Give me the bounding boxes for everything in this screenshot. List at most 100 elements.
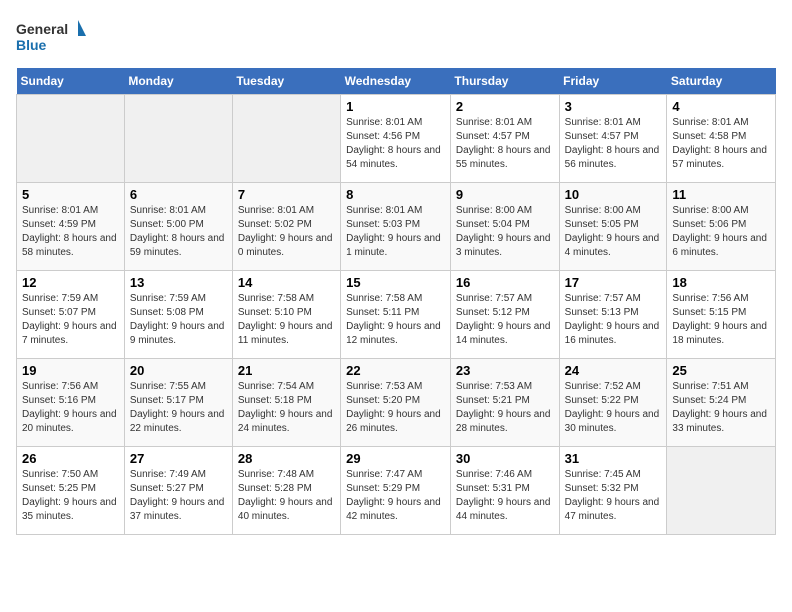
- calendar-cell: 19 Sunrise: 7:56 AM Sunset: 5:16 PM Dayli…: [17, 359, 125, 447]
- calendar-cell: 8Sunrise: 8:01 AM Sunset: 5:03 PM Daylig…: [341, 183, 451, 271]
- calendar-cell: 2Sunrise: 8:01 AM Sunset: 4:57 PM Daylig…: [450, 95, 559, 183]
- calendar-cell: 3 Sunrise: 8:01 AM Sunset: 4:57 PM Daylig…: [559, 95, 667, 183]
- calendar-cell: 30 Sunrise: 7:46 AM Sunset: 5:31 PM Dayli…: [450, 447, 559, 535]
- calendar-cell: 15Sunrise: 7:58 AM Sunset: 5:11 PM Dayli…: [341, 271, 451, 359]
- calendar-cell: 20Sunrise: 7:55 AM Sunset: 5:17 PM Dayli…: [124, 359, 232, 447]
- day-number: 26: [22, 451, 119, 466]
- calendar-cell: 18 Sunrise: 7:56 AM Sunset: 5:15 PM Dayli…: [667, 271, 776, 359]
- calendar-cell: [667, 447, 776, 535]
- day-info: Sunrise: 7:58 AM Sunset: 5:10 PM Dayligh…: [238, 292, 335, 348]
- day-info: Sunrise: 8:01 AM Sunset: 4:57 PM Dayligh…: [456, 116, 554, 172]
- day-number: 31: [565, 451, 662, 466]
- day-info: Sunrise: 7:45 AM Sunset: 5:32 PM Dayligh…: [565, 468, 662, 524]
- day-info: Sunrise: 8:00 AM Sunset: 5:06 PM Dayligh…: [672, 204, 770, 260]
- day-info: Sunrise: 7:56 AM Sunset: 5:16 PM Dayligh…: [22, 380, 119, 436]
- weekday-thursday: Thursday: [450, 68, 559, 95]
- day-number: 8: [346, 187, 445, 202]
- logo: General Blue: [16, 16, 86, 60]
- calendar-header: SundayMondayTuesdayWednesdayThursdayFrid…: [17, 68, 776, 95]
- day-info: Sunrise: 8:00 AM Sunset: 5:04 PM Dayligh…: [456, 204, 554, 260]
- day-number: 6: [130, 187, 227, 202]
- calendar-cell: 9 Sunrise: 8:00 AM Sunset: 5:04 PM Daylig…: [450, 183, 559, 271]
- day-info: Sunrise: 7:53 AM Sunset: 5:21 PM Dayligh…: [456, 380, 554, 436]
- weekday-sunday: Sunday: [17, 68, 125, 95]
- calendar-cell: 23Sunrise: 7:53 AM Sunset: 5:21 PM Dayli…: [450, 359, 559, 447]
- weekday-saturday: Saturday: [667, 68, 776, 95]
- week-row-0: 1 Sunrise: 8:01 AM Sunset: 4:56 PM Daylig…: [17, 95, 776, 183]
- calendar-cell: 22Sunrise: 7:53 AM Sunset: 5:20 PM Dayli…: [341, 359, 451, 447]
- calendar-cell: 27 Sunrise: 7:49 AM Sunset: 5:27 PM Dayli…: [124, 447, 232, 535]
- day-number: 27: [130, 451, 227, 466]
- calendar-cell: 1 Sunrise: 8:01 AM Sunset: 4:56 PM Daylig…: [341, 95, 451, 183]
- calendar-cell: 6 Sunrise: 8:01 AM Sunset: 5:00 PM Daylig…: [124, 183, 232, 271]
- day-info: Sunrise: 7:55 AM Sunset: 5:17 PM Dayligh…: [130, 380, 227, 436]
- weekday-wednesday: Wednesday: [341, 68, 451, 95]
- day-info: Sunrise: 8:01 AM Sunset: 4:57 PM Dayligh…: [565, 116, 662, 172]
- weekday-monday: Monday: [124, 68, 232, 95]
- calendar-cell: 31 Sunrise: 7:45 AM Sunset: 5:32 PM Dayli…: [559, 447, 667, 535]
- day-number: 29: [346, 451, 445, 466]
- day-number: 21: [238, 363, 335, 378]
- calendar-cell: 13 Sunrise: 7:59 AM Sunset: 5:08 PM Dayli…: [124, 271, 232, 359]
- day-number: 11: [672, 187, 770, 202]
- day-info: Sunrise: 7:57 AM Sunset: 5:12 PM Dayligh…: [456, 292, 554, 348]
- day-info: Sunrise: 8:00 AM Sunset: 5:05 PM Dayligh…: [565, 204, 662, 260]
- day-number: 16: [456, 275, 554, 290]
- calendar-cell: 11 Sunrise: 8:00 AM Sunset: 5:06 PM Dayli…: [667, 183, 776, 271]
- calendar-cell: 5 Sunrise: 8:01 AM Sunset: 4:59 PM Daylig…: [17, 183, 125, 271]
- day-number: 22: [346, 363, 445, 378]
- day-info: Sunrise: 7:48 AM Sunset: 5:28 PM Dayligh…: [238, 468, 335, 524]
- day-number: 4: [672, 99, 770, 114]
- day-number: 30: [456, 451, 554, 466]
- calendar-cell: 17 Sunrise: 7:57 AM Sunset: 5:13 PM Dayli…: [559, 271, 667, 359]
- page-header: General Blue: [16, 16, 776, 60]
- day-number: 14: [238, 275, 335, 290]
- day-info: Sunrise: 8:01 AM Sunset: 4:59 PM Dayligh…: [22, 204, 119, 260]
- calendar-cell: 16 Sunrise: 7:57 AM Sunset: 5:12 PM Dayli…: [450, 271, 559, 359]
- week-row-3: 19 Sunrise: 7:56 AM Sunset: 5:16 PM Dayli…: [17, 359, 776, 447]
- day-info: Sunrise: 7:59 AM Sunset: 5:07 PM Dayligh…: [22, 292, 119, 348]
- calendar-cell: 14 Sunrise: 7:58 AM Sunset: 5:10 PM Dayli…: [232, 271, 340, 359]
- day-info: Sunrise: 7:47 AM Sunset: 5:29 PM Dayligh…: [346, 468, 445, 524]
- day-info: Sunrise: 7:56 AM Sunset: 5:15 PM Dayligh…: [672, 292, 770, 348]
- day-number: 17: [565, 275, 662, 290]
- day-info: Sunrise: 7:51 AM Sunset: 5:24 PM Dayligh…: [672, 380, 770, 436]
- day-info: Sunrise: 8:01 AM Sunset: 5:00 PM Dayligh…: [130, 204, 227, 260]
- logo-svg: General Blue: [16, 16, 86, 60]
- week-row-1: 5 Sunrise: 8:01 AM Sunset: 4:59 PM Daylig…: [17, 183, 776, 271]
- day-info: Sunrise: 7:52 AM Sunset: 5:22 PM Dayligh…: [565, 380, 662, 436]
- weekday-header-row: SundayMondayTuesdayWednesdayThursdayFrid…: [17, 68, 776, 95]
- calendar-cell: [232, 95, 340, 183]
- calendar-cell: 29 Sunrise: 7:47 AM Sunset: 5:29 PM Dayli…: [341, 447, 451, 535]
- weekday-friday: Friday: [559, 68, 667, 95]
- day-number: 24: [565, 363, 662, 378]
- day-number: 3: [565, 99, 662, 114]
- calendar-cell: 26 Sunrise: 7:50 AM Sunset: 5:25 PM Dayli…: [17, 447, 125, 535]
- day-info: Sunrise: 7:59 AM Sunset: 5:08 PM Dayligh…: [130, 292, 227, 348]
- day-info: Sunrise: 7:50 AM Sunset: 5:25 PM Dayligh…: [22, 468, 119, 524]
- day-number: 10: [565, 187, 662, 202]
- day-number: 1: [346, 99, 445, 114]
- day-info: Sunrise: 7:54 AM Sunset: 5:18 PM Dayligh…: [238, 380, 335, 436]
- week-row-4: 26 Sunrise: 7:50 AM Sunset: 5:25 PM Dayli…: [17, 447, 776, 535]
- week-row-2: 12 Sunrise: 7:59 AM Sunset: 5:07 PM Dayli…: [17, 271, 776, 359]
- day-info: Sunrise: 8:01 AM Sunset: 4:56 PM Dayligh…: [346, 116, 445, 172]
- day-number: 19: [22, 363, 119, 378]
- day-info: Sunrise: 8:01 AM Sunset: 4:58 PM Dayligh…: [672, 116, 770, 172]
- calendar-cell: 10 Sunrise: 8:00 AM Sunset: 5:05 PM Dayli…: [559, 183, 667, 271]
- calendar-cell: [124, 95, 232, 183]
- day-number: 28: [238, 451, 335, 466]
- calendar-cell: 25Sunrise: 7:51 AM Sunset: 5:24 PM Dayli…: [667, 359, 776, 447]
- day-info: Sunrise: 8:01 AM Sunset: 5:02 PM Dayligh…: [238, 204, 335, 260]
- day-number: 15: [346, 275, 445, 290]
- day-number: 5: [22, 187, 119, 202]
- calendar-cell: [17, 95, 125, 183]
- day-info: Sunrise: 7:57 AM Sunset: 5:13 PM Dayligh…: [565, 292, 662, 348]
- day-number: 18: [672, 275, 770, 290]
- day-number: 9: [456, 187, 554, 202]
- day-number: 13: [130, 275, 227, 290]
- svg-text:Blue: Blue: [16, 37, 47, 53]
- day-info: Sunrise: 7:46 AM Sunset: 5:31 PM Dayligh…: [456, 468, 554, 524]
- day-number: 12: [22, 275, 119, 290]
- day-info: Sunrise: 7:49 AM Sunset: 5:27 PM Dayligh…: [130, 468, 227, 524]
